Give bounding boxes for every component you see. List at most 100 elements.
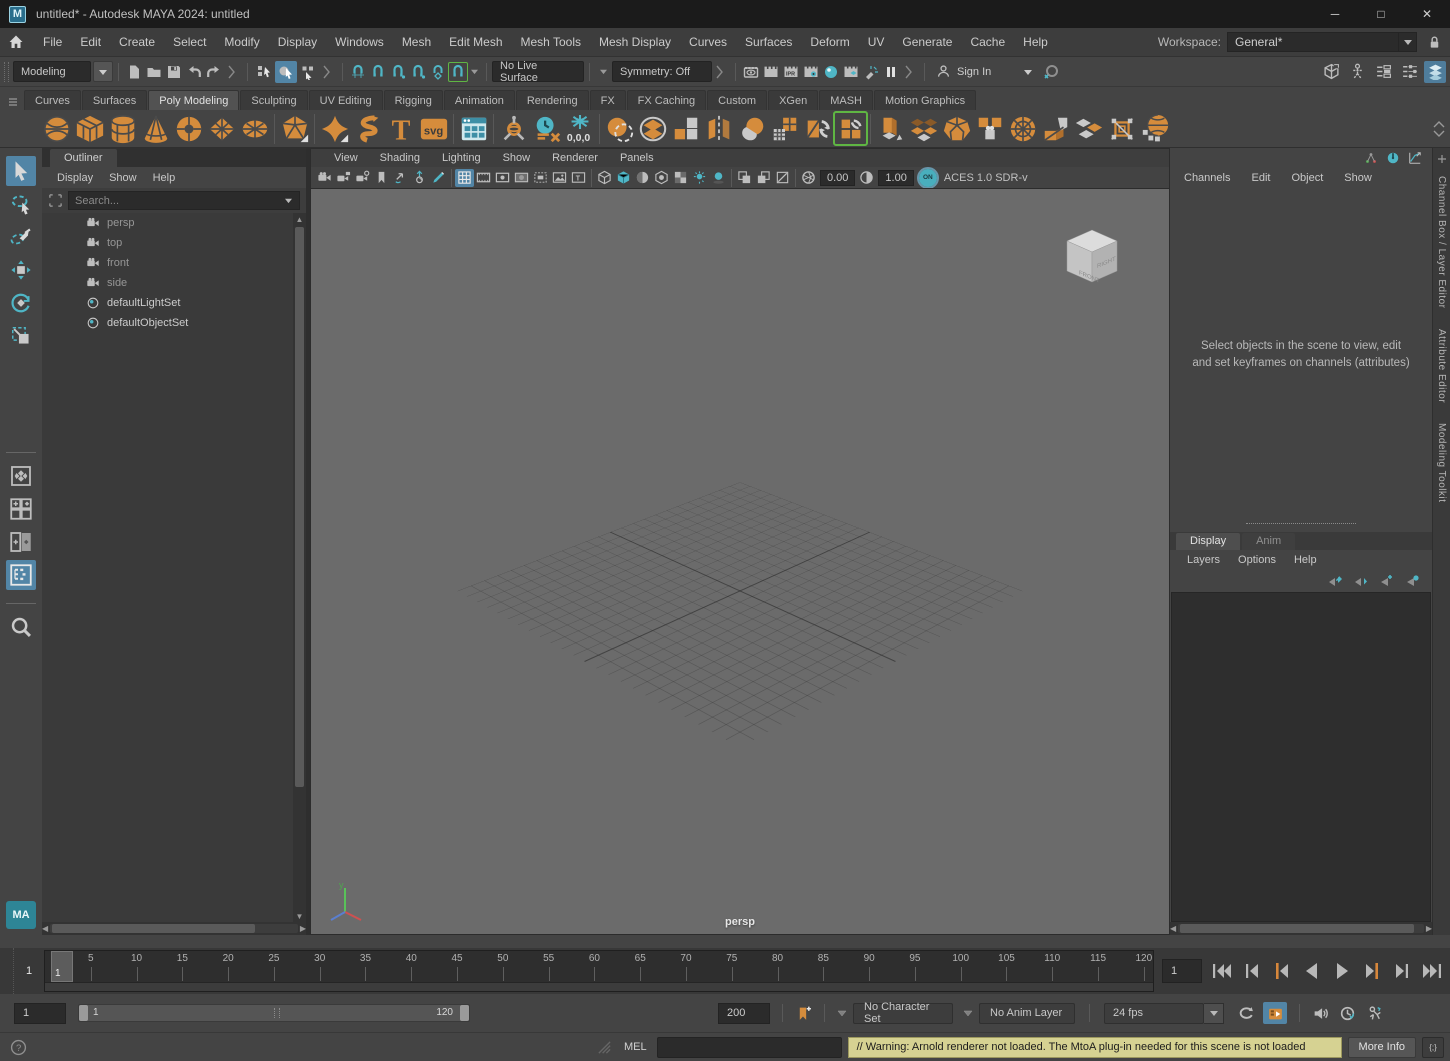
outliner-persp-layout-button[interactable] [6, 560, 36, 590]
snap-grid-icon[interactable] [348, 62, 368, 82]
range-grip[interactable] [274, 1008, 280, 1018]
lights-icon[interactable] [690, 169, 709, 187]
snap-projected-center-icon[interactable] [408, 62, 428, 82]
step-back-frame-button[interactable] [1240, 959, 1264, 983]
select-tool[interactable] [6, 156, 36, 186]
shelf-poly-cone-button[interactable] [139, 112, 172, 145]
display-layers-toggle[interactable] [1424, 61, 1446, 83]
view-transform-selector[interactable]: ACES 1.0 SDR-v [944, 172, 1028, 184]
shelf-circularize-button[interactable] [1006, 112, 1039, 145]
outliner-search-input[interactable]: Search... [68, 191, 300, 210]
menu-help[interactable]: Help [1014, 28, 1057, 56]
camera-icon[interactable] [315, 169, 334, 187]
playback-range-slider[interactable]: 1 120 [78, 1004, 470, 1022]
attribute-editor-toggle[interactable] [1398, 61, 1420, 83]
shelf-separate-button[interactable] [669, 112, 702, 145]
go-to-end-button[interactable] [1420, 959, 1444, 983]
four-pane-layout-button[interactable] [6, 494, 36, 524]
sign-in-dropdown-arrow[interactable] [1023, 68, 1033, 76]
shelf-menu-icon[interactable] [8, 97, 18, 107]
current-time-marker[interactable]: 1 [51, 951, 73, 982]
shaded-cube-icon[interactable] [614, 169, 633, 187]
auto-keyframe-icon[interactable] [1366, 1005, 1383, 1022]
shelf-poly-text-button[interactable]: T [384, 112, 417, 145]
pencil-icon[interactable] [429, 169, 448, 187]
shelf-duplicate-face-button[interactable] [1072, 112, 1105, 145]
viewport-menu-renderer[interactable]: Renderer [541, 152, 609, 164]
outliner-item-front[interactable]: front [42, 253, 293, 273]
go-to-start-button[interactable] [1210, 959, 1234, 983]
channel-box-menu-show[interactable]: Show [1344, 172, 1383, 184]
character-set-selector[interactable]: No Character Set [853, 1003, 953, 1024]
shelf-flatten-components-button[interactable] [907, 112, 940, 145]
audio-icon[interactable] [1312, 1005, 1329, 1022]
shelf-tab-custom[interactable]: Custom [707, 90, 767, 110]
shelf-poly-torus-button[interactable] [172, 112, 205, 145]
paint-select-tool[interactable] [6, 222, 36, 252]
pick-drag-icon[interactable] [410, 169, 429, 187]
hud-text-icon[interactable]: T [569, 169, 588, 187]
channel-box-menu-channels[interactable]: Channels [1184, 172, 1241, 184]
command-input[interactable] [657, 1037, 842, 1058]
shelf-tab-xgen[interactable]: XGen [768, 90, 818, 110]
shelf-tab-rigging[interactable]: Rigging [384, 90, 443, 110]
textured-sphere-icon[interactable] [633, 169, 652, 187]
shelf-boolean-button[interactable] [603, 112, 636, 145]
snap-point-icon[interactable] [388, 62, 408, 82]
layer-tab-anim[interactable]: Anim [1242, 533, 1295, 550]
hypershade-icon[interactable] [821, 62, 841, 82]
shelf-scroll-arrows[interactable] [1433, 121, 1448, 137]
viewport-menu-panels[interactable]: Panels [609, 152, 665, 164]
grid-icon[interactable] [455, 169, 474, 187]
menu-cache[interactable]: Cache [961, 28, 1014, 56]
select-component-icon[interactable] [297, 61, 319, 83]
time-ruler[interactable]: 1 51015202530354045505560657075808590951… [44, 950, 1154, 992]
contrast-icon[interactable] [857, 169, 876, 187]
loop-playback-icon[interactable] [1238, 1005, 1255, 1022]
menu-edit[interactable]: Edit [71, 28, 110, 56]
graph-editor-icon[interactable] [1408, 151, 1422, 165]
shelf-tab-animation[interactable]: Animation [444, 90, 515, 110]
region-icon[interactable] [531, 169, 550, 187]
shelf-poly-cube-button[interactable] [73, 112, 106, 145]
menu-set-dropdown-arrow[interactable] [93, 61, 113, 82]
shelf-combine-button[interactable] [636, 112, 669, 145]
open-scene-icon[interactable] [144, 62, 164, 82]
shelf-multi-cut-button[interactable] [834, 112, 867, 145]
layer-menu-layers[interactable]: Layers [1178, 554, 1229, 566]
shelf-mirror-button[interactable] [702, 112, 735, 145]
shelf-wrap-deform-button[interactable] [1138, 112, 1171, 145]
menu-modify[interactable]: Modify [215, 28, 268, 56]
viewport-menu-show[interactable]: Show [492, 152, 542, 164]
camera-attrs-icon[interactable] [353, 169, 372, 187]
res-gate-icon[interactable] [493, 169, 512, 187]
animation-start-field[interactable]: 1 [14, 1003, 66, 1024]
lasso-tool[interactable] [6, 189, 36, 219]
anim-layer-selector[interactable]: No Anim Layer [979, 1003, 1075, 1024]
home-icon[interactable] [8, 34, 24, 50]
script-editor-button[interactable]: {;} [1422, 1037, 1444, 1058]
shelf-tab-sculpting[interactable]: Sculpting [240, 90, 307, 110]
snap-options-arrow[interactable] [470, 68, 479, 75]
shelf-tab-poly-modeling[interactable]: Poly Modeling [148, 90, 239, 110]
shelf-make-projection-button[interactable] [497, 112, 530, 145]
modeling-toolkit-toggle[interactable] [1320, 61, 1342, 83]
outliner-item-persp[interactable]: persp [42, 213, 293, 233]
two-pane-layout-button[interactable] [6, 527, 36, 557]
menu-display[interactable]: Display [269, 28, 326, 56]
shelf-bevel-button[interactable] [940, 112, 973, 145]
shelf-poly-superellipse-button[interactable] [318, 112, 351, 145]
image-plane-icon[interactable] [550, 169, 569, 187]
shelf-poly-platonic-button[interactable] [278, 112, 311, 145]
sidebar-pin-icon[interactable] [1437, 154, 1447, 164]
shelf-extrude-button[interactable] [874, 112, 907, 145]
shelf-poly-sphere-button[interactable] [40, 112, 73, 145]
menu-windows[interactable]: Windows [326, 28, 393, 56]
outliner-menu-help[interactable]: Help [146, 172, 183, 184]
scroll-up-arrow[interactable]: ▲ [293, 213, 306, 225]
exposure-field[interactable]: 0.00 [820, 170, 855, 186]
side-tab-attribute-editor[interactable]: Attribute Editor [1436, 321, 1447, 411]
menu-surfaces[interactable]: Surfaces [736, 28, 801, 56]
close-button[interactable]: ✕ [1404, 0, 1450, 28]
move-layer-up-icon[interactable] [1326, 573, 1342, 589]
